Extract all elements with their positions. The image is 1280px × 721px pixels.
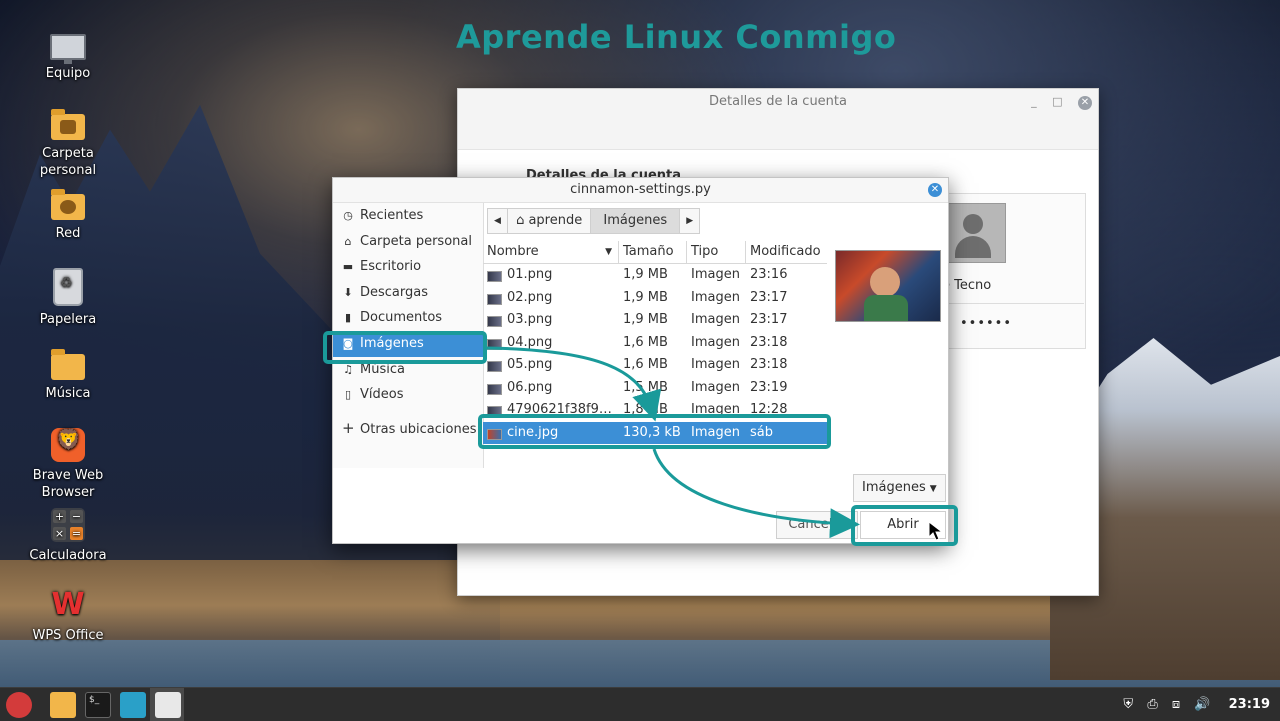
files-icon[interactable] — [50, 692, 76, 718]
terminal-icon[interactable]: $_ — [85, 692, 111, 718]
volume-icon[interactable]: 🔊 — [1194, 697, 1210, 712]
shield-icon[interactable]: ⛨ — [1123, 697, 1133, 712]
network-icon[interactable]: ⧈ — [1172, 697, 1180, 712]
users-icon[interactable] — [120, 692, 146, 718]
clock[interactable]: 23:19 — [1229, 697, 1270, 712]
mouse-cursor-icon — [928, 521, 944, 541]
system-tray: ⛨ ⎙ ⧈ 🔊 23:19 — [1113, 688, 1270, 721]
annotation-arrows — [486, 346, 860, 539]
taskbar: $_ ⛨ ⎙ ⧈ 🔊 23:19 — [0, 687, 1280, 721]
start-menu-icon[interactable] — [6, 692, 32, 718]
settings-icon[interactable] — [155, 692, 181, 718]
printer-icon[interactable]: ⎙ — [1147, 697, 1157, 712]
